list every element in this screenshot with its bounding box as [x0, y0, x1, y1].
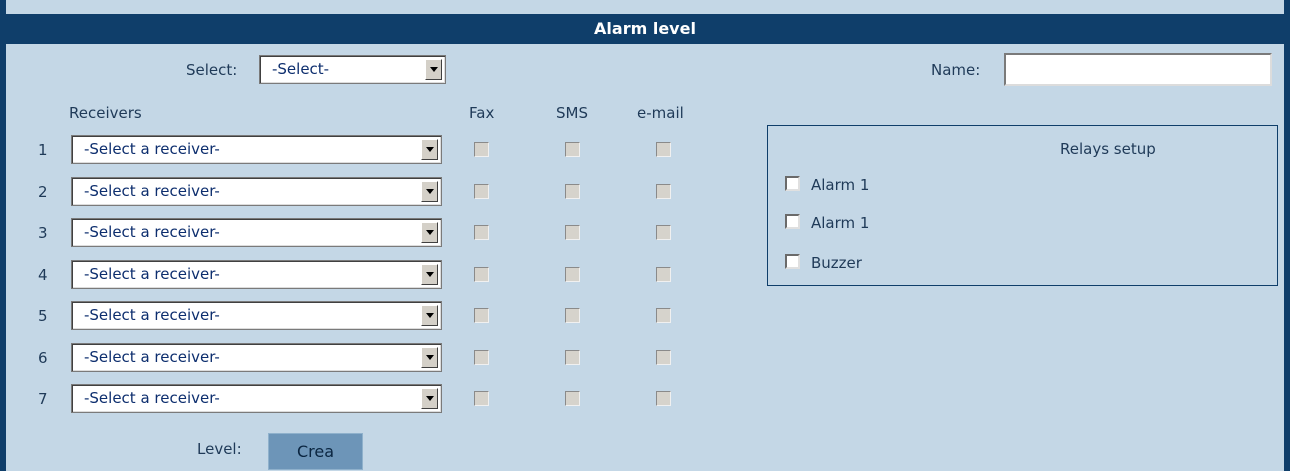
relay-buzzer-checkbox[interactable]	[785, 254, 800, 269]
relays-setup-title: Relays setup	[1060, 140, 1156, 158]
alarm-level-panel: Alarm level Select: -Select- Name: Recei…	[0, 0, 1290, 471]
relay-alarm1-checkbox[interactable]	[785, 176, 800, 191]
receiver-select[interactable]: -Select a receiver-	[71, 177, 442, 206]
email-checkbox[interactable]	[656, 308, 671, 323]
sms-checkbox[interactable]	[565, 225, 580, 240]
fax-checkbox[interactable]	[474, 267, 489, 282]
receiver-select-value: -Select a receiver-	[84, 389, 220, 407]
fax-checkbox[interactable]	[474, 225, 489, 240]
sms-checkbox[interactable]	[565, 350, 580, 365]
chevron-down-icon[interactable]	[421, 222, 438, 243]
email-checkbox[interactable]	[656, 184, 671, 199]
chevron-down-icon[interactable]	[421, 139, 438, 160]
receiver-select-value: -Select a receiver-	[84, 265, 220, 283]
email-checkbox[interactable]	[656, 142, 671, 157]
level-label: Level:	[197, 440, 242, 458]
relay-alarm1b-checkbox[interactable]	[785, 214, 800, 229]
relay-buzzer-label: Buzzer	[811, 254, 862, 272]
select-label: Select:	[186, 61, 238, 79]
receiver-select[interactable]: -Select a receiver-	[71, 260, 442, 289]
email-checkbox[interactable]	[656, 225, 671, 240]
chevron-down-icon[interactable]	[421, 388, 438, 409]
receiver-select-value: -Select a receiver-	[84, 182, 220, 200]
fax-checkbox[interactable]	[474, 308, 489, 323]
fax-header: Fax	[469, 104, 495, 122]
sms-checkbox[interactable]	[565, 391, 580, 406]
receiver-select-value: -Select a receiver-	[84, 223, 220, 241]
crea-button[interactable]: Crea	[268, 433, 363, 470]
chevron-down-icon[interactable]	[421, 181, 438, 202]
receiver-select[interactable]: -Select a receiver-	[71, 301, 442, 330]
sms-checkbox[interactable]	[565, 267, 580, 282]
email-header: e-mail	[637, 104, 684, 122]
email-checkbox[interactable]	[656, 391, 671, 406]
fax-checkbox[interactable]	[474, 350, 489, 365]
receiver-select[interactable]: -Select a receiver-	[71, 343, 442, 372]
receivers-header: Receivers	[69, 104, 142, 122]
row-number: 5	[38, 307, 48, 325]
fax-checkbox[interactable]	[474, 142, 489, 157]
receiver-select-value: -Select a receiver-	[84, 348, 220, 366]
level-select[interactable]: -Select-	[259, 55, 446, 84]
receiver-select[interactable]: -Select a receiver-	[71, 135, 442, 164]
receiver-select-value: -Select a receiver-	[84, 140, 220, 158]
fax-checkbox[interactable]	[474, 391, 489, 406]
name-input[interactable]	[1004, 53, 1272, 86]
fax-checkbox[interactable]	[474, 184, 489, 199]
relays-setup-box: Relays setup Alarm 1 Alarm 1 Buzzer	[767, 125, 1278, 286]
email-checkbox[interactable]	[656, 267, 671, 282]
receiver-select[interactable]: -Select a receiver-	[71, 218, 442, 247]
sms-checkbox[interactable]	[565, 184, 580, 199]
sms-header: SMS	[556, 104, 588, 122]
sms-checkbox[interactable]	[565, 308, 580, 323]
email-checkbox[interactable]	[656, 350, 671, 365]
row-number: 4	[38, 266, 48, 284]
receiver-select-value: -Select a receiver-	[84, 306, 220, 324]
sms-checkbox[interactable]	[565, 142, 580, 157]
row-number: 2	[38, 183, 48, 201]
relay-alarm1-label: Alarm 1	[811, 176, 870, 194]
name-label: Name:	[931, 61, 981, 79]
chevron-down-icon[interactable]	[421, 264, 438, 285]
row-number: 6	[38, 349, 48, 367]
level-select-value: -Select-	[272, 60, 330, 78]
row-number: 1	[38, 141, 48, 159]
row-number: 7	[38, 390, 48, 408]
chevron-down-icon[interactable]	[421, 305, 438, 326]
panel-title: Alarm level	[6, 14, 1284, 44]
chevron-down-icon[interactable]	[425, 59, 442, 80]
chevron-down-icon[interactable]	[421, 347, 438, 368]
row-number: 3	[38, 224, 48, 242]
relay-alarm1b-label: Alarm 1	[811, 214, 870, 232]
receiver-select[interactable]: -Select a receiver-	[71, 384, 442, 413]
